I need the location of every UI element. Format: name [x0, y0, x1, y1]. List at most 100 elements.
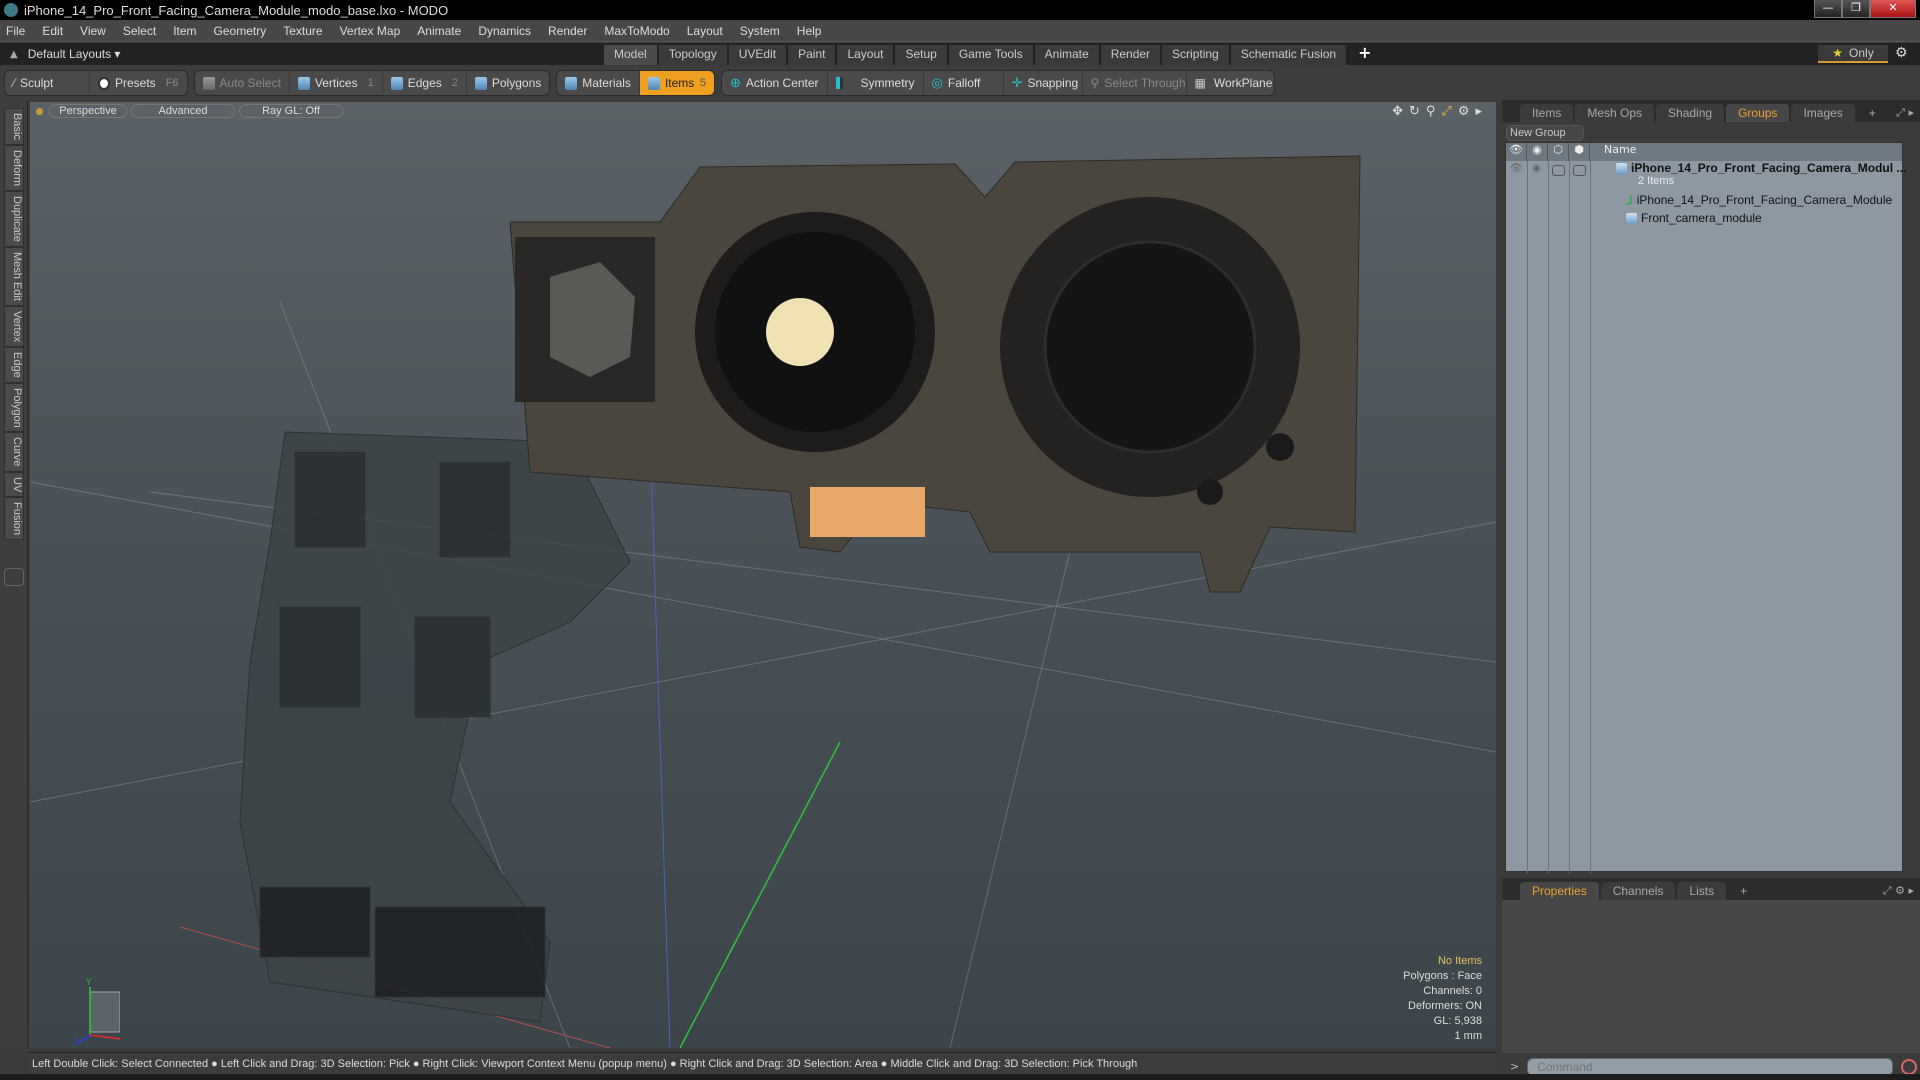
- tab-lists[interactable]: Lists: [1677, 882, 1727, 900]
- name-column-header[interactable]: Name: [1590, 143, 1636, 161]
- tab-basic[interactable]: Basic: [4, 108, 24, 145]
- menu-select[interactable]: Select: [123, 24, 156, 38]
- menu-view[interactable]: View: [80, 24, 106, 38]
- menu-texture[interactable]: Texture: [283, 24, 322, 38]
- tab-items[interactable]: Items: [1520, 104, 1574, 122]
- tab-scripting[interactable]: Scripting: [1162, 45, 1231, 65]
- polygons-button[interactable]: Polygons: [467, 71, 549, 95]
- minimize-button[interactable]: —: [1814, 0, 1842, 18]
- menu-file[interactable]: File: [6, 24, 25, 38]
- locator-row[interactable]: ⅃ iPhone_14_Pro_Front_Facing_Camera_Modul…: [1626, 193, 1920, 207]
- tab-shading[interactable]: Shading: [1656, 104, 1725, 122]
- record-macro-icon[interactable]: [1901, 1058, 1918, 1075]
- action-center-button[interactable]: ⊕ Action Center: [722, 71, 828, 95]
- main-toolbar: ⁄ Sculpt Presets F6 Auto Select Vertices 1 …: [0, 66, 1920, 100]
- symmetry-button[interactable]: Symmetry: [828, 71, 924, 95]
- presets-button[interactable]: Presets F6: [90, 71, 187, 95]
- menu-edit[interactable]: Edit: [42, 24, 63, 38]
- command-input[interactable]: [1527, 1057, 1894, 1076]
- menu-layout[interactable]: Layout: [687, 24, 723, 38]
- tab-uv[interactable]: UV: [4, 471, 24, 498]
- tab-uvedit[interactable]: UVEdit: [728, 45, 789, 65]
- menu-help[interactable]: Help: [797, 24, 822, 38]
- tab-model[interactable]: Model: [604, 45, 659, 65]
- lock-column-icon[interactable]: ⬡: [1548, 143, 1569, 161]
- only-toggle[interactable]: ★ Only: [1818, 45, 1888, 63]
- sculpt-button[interactable]: ⁄ Sculpt: [5, 71, 90, 95]
- add-panel-tab-button[interactable]: +: [1857, 104, 1888, 122]
- 3d-viewport[interactable]: Perspective Advanced Ray GL: Off ✥ ↻ ⚲ ⤢…: [30, 102, 1496, 1048]
- collapse-arrow-icon[interactable]: ▲: [10, 49, 18, 60]
- edges-button[interactable]: Edges 2: [383, 71, 467, 95]
- maximize-icon[interactable]: ⤢: [1441, 104, 1451, 119]
- row-select-checkbox[interactable]: [1573, 165, 1586, 176]
- add-tab-button[interactable]: +: [1358, 43, 1371, 65]
- viewport-options-dot[interactable]: [36, 107, 43, 115]
- select-column-icon[interactable]: ⬢: [1569, 143, 1590, 161]
- tab-schematic-fusion[interactable]: Schematic Fusion: [1230, 45, 1349, 65]
- tab-render[interactable]: Render: [1100, 45, 1163, 65]
- materials-button[interactable]: Materials: [557, 71, 640, 95]
- group-row[interactable]: iPhone_14_Pro_Front_Facing_Camera_Modul …: [1616, 161, 1920, 175]
- tab-duplicate[interactable]: Duplicate: [4, 190, 24, 247]
- tab-game-tools[interactable]: Game Tools: [948, 45, 1035, 65]
- row-visibility-icon[interactable]: 👁: [1510, 163, 1523, 174]
- left-strip-toggle[interactable]: [4, 568, 24, 587]
- tab-channels[interactable]: Channels: [1600, 882, 1676, 900]
- menu-system[interactable]: System: [740, 24, 780, 38]
- auto-select-button[interactable]: Auto Select: [195, 71, 290, 95]
- properties-panel-tabs: Properties Channels Lists + ⤢ ⚙ ▸: [1502, 878, 1920, 900]
- tab-images[interactable]: Images: [1791, 104, 1855, 122]
- zoom-icon[interactable]: ⚲: [1426, 104, 1436, 119]
- workplane-button[interactable]: ▦ WorkPlane: [1187, 71, 1274, 95]
- menu-dynamics[interactable]: Dynamics: [478, 24, 531, 38]
- tab-fusion[interactable]: Fusion: [4, 497, 24, 541]
- tab-setup[interactable]: Setup: [895, 45, 949, 65]
- tab-edge[interactable]: Edge: [4, 346, 24, 383]
- snapping-button[interactable]: ✛ Snapping: [1004, 71, 1083, 95]
- select-through-button[interactable]: ⚲ Select Through: [1083, 71, 1187, 95]
- view-mode-dropdown[interactable]: Perspective: [49, 104, 127, 118]
- new-group-button[interactable]: New Group: [1506, 125, 1584, 141]
- default-layouts-dropdown[interactable]: Default Layouts ▾: [28, 47, 121, 61]
- properties-gear-icon[interactable]: ⤢ ⚙ ▸: [1883, 882, 1914, 900]
- tab-polygon[interactable]: Polygon: [4, 382, 24, 433]
- tab-curve[interactable]: Curve: [4, 432, 24, 472]
- viewport-gear-icon[interactable]: ⚙: [1458, 104, 1470, 119]
- viewport-expand-arrow-icon[interactable]: ▸: [1475, 104, 1482, 119]
- row-lock-checkbox[interactable]: [1552, 165, 1565, 176]
- falloff-button[interactable]: ◎ Falloff: [924, 71, 1004, 95]
- menu-maxtomodo[interactable]: MaxToModo: [604, 24, 669, 38]
- menu-animate[interactable]: Animate: [417, 24, 461, 38]
- gear-icon[interactable]: ⚙: [1895, 45, 1908, 61]
- tab-mesh-ops[interactable]: Mesh Ops: [1575, 104, 1655, 122]
- add-properties-tab-button[interactable]: +: [1728, 882, 1759, 900]
- rotate-icon[interactable]: ↻: [1409, 104, 1420, 119]
- tab-properties[interactable]: Properties: [1520, 882, 1599, 900]
- tab-groups[interactable]: Groups: [1726, 104, 1790, 122]
- panel-expand-icon[interactable]: ⤢ ▸: [1896, 104, 1914, 122]
- close-button[interactable]: ✕: [1870, 0, 1916, 18]
- menu-render[interactable]: Render: [548, 24, 587, 38]
- snapping-icon: ✛: [1011, 75, 1023, 90]
- tab-deform[interactable]: Deform: [4, 144, 24, 191]
- vertices-button[interactable]: Vertices 1: [290, 71, 383, 95]
- tab-topology[interactable]: Topology: [658, 45, 729, 65]
- tab-paint[interactable]: Paint: [788, 45, 838, 65]
- pan-icon[interactable]: ✥: [1392, 104, 1403, 119]
- visibility-column-icon[interactable]: 👁: [1506, 143, 1527, 161]
- items-button[interactable]: Items 5: [639, 71, 714, 95]
- menu-geometry[interactable]: Geometry: [214, 24, 267, 38]
- tab-vertex[interactable]: Vertex: [4, 305, 24, 347]
- tab-mesh-edit[interactable]: Mesh Edit: [4, 246, 24, 306]
- render-column-icon[interactable]: ◉: [1527, 143, 1548, 161]
- menu-item[interactable]: Item: [173, 24, 196, 38]
- menu-vertex-map[interactable]: Vertex Map: [340, 24, 401, 38]
- tab-animate[interactable]: Animate: [1034, 45, 1101, 65]
- row-render-icon[interactable]: ◉: [1532, 163, 1541, 174]
- raygl-dropdown[interactable]: Ray GL: Off: [239, 104, 343, 118]
- tab-layout[interactable]: Layout: [837, 45, 896, 65]
- mesh-row[interactable]: Front_camera_module: [1626, 211, 1920, 225]
- restore-button[interactable]: ❐: [1842, 0, 1870, 18]
- shading-dropdown[interactable]: Advanced: [131, 104, 235, 118]
